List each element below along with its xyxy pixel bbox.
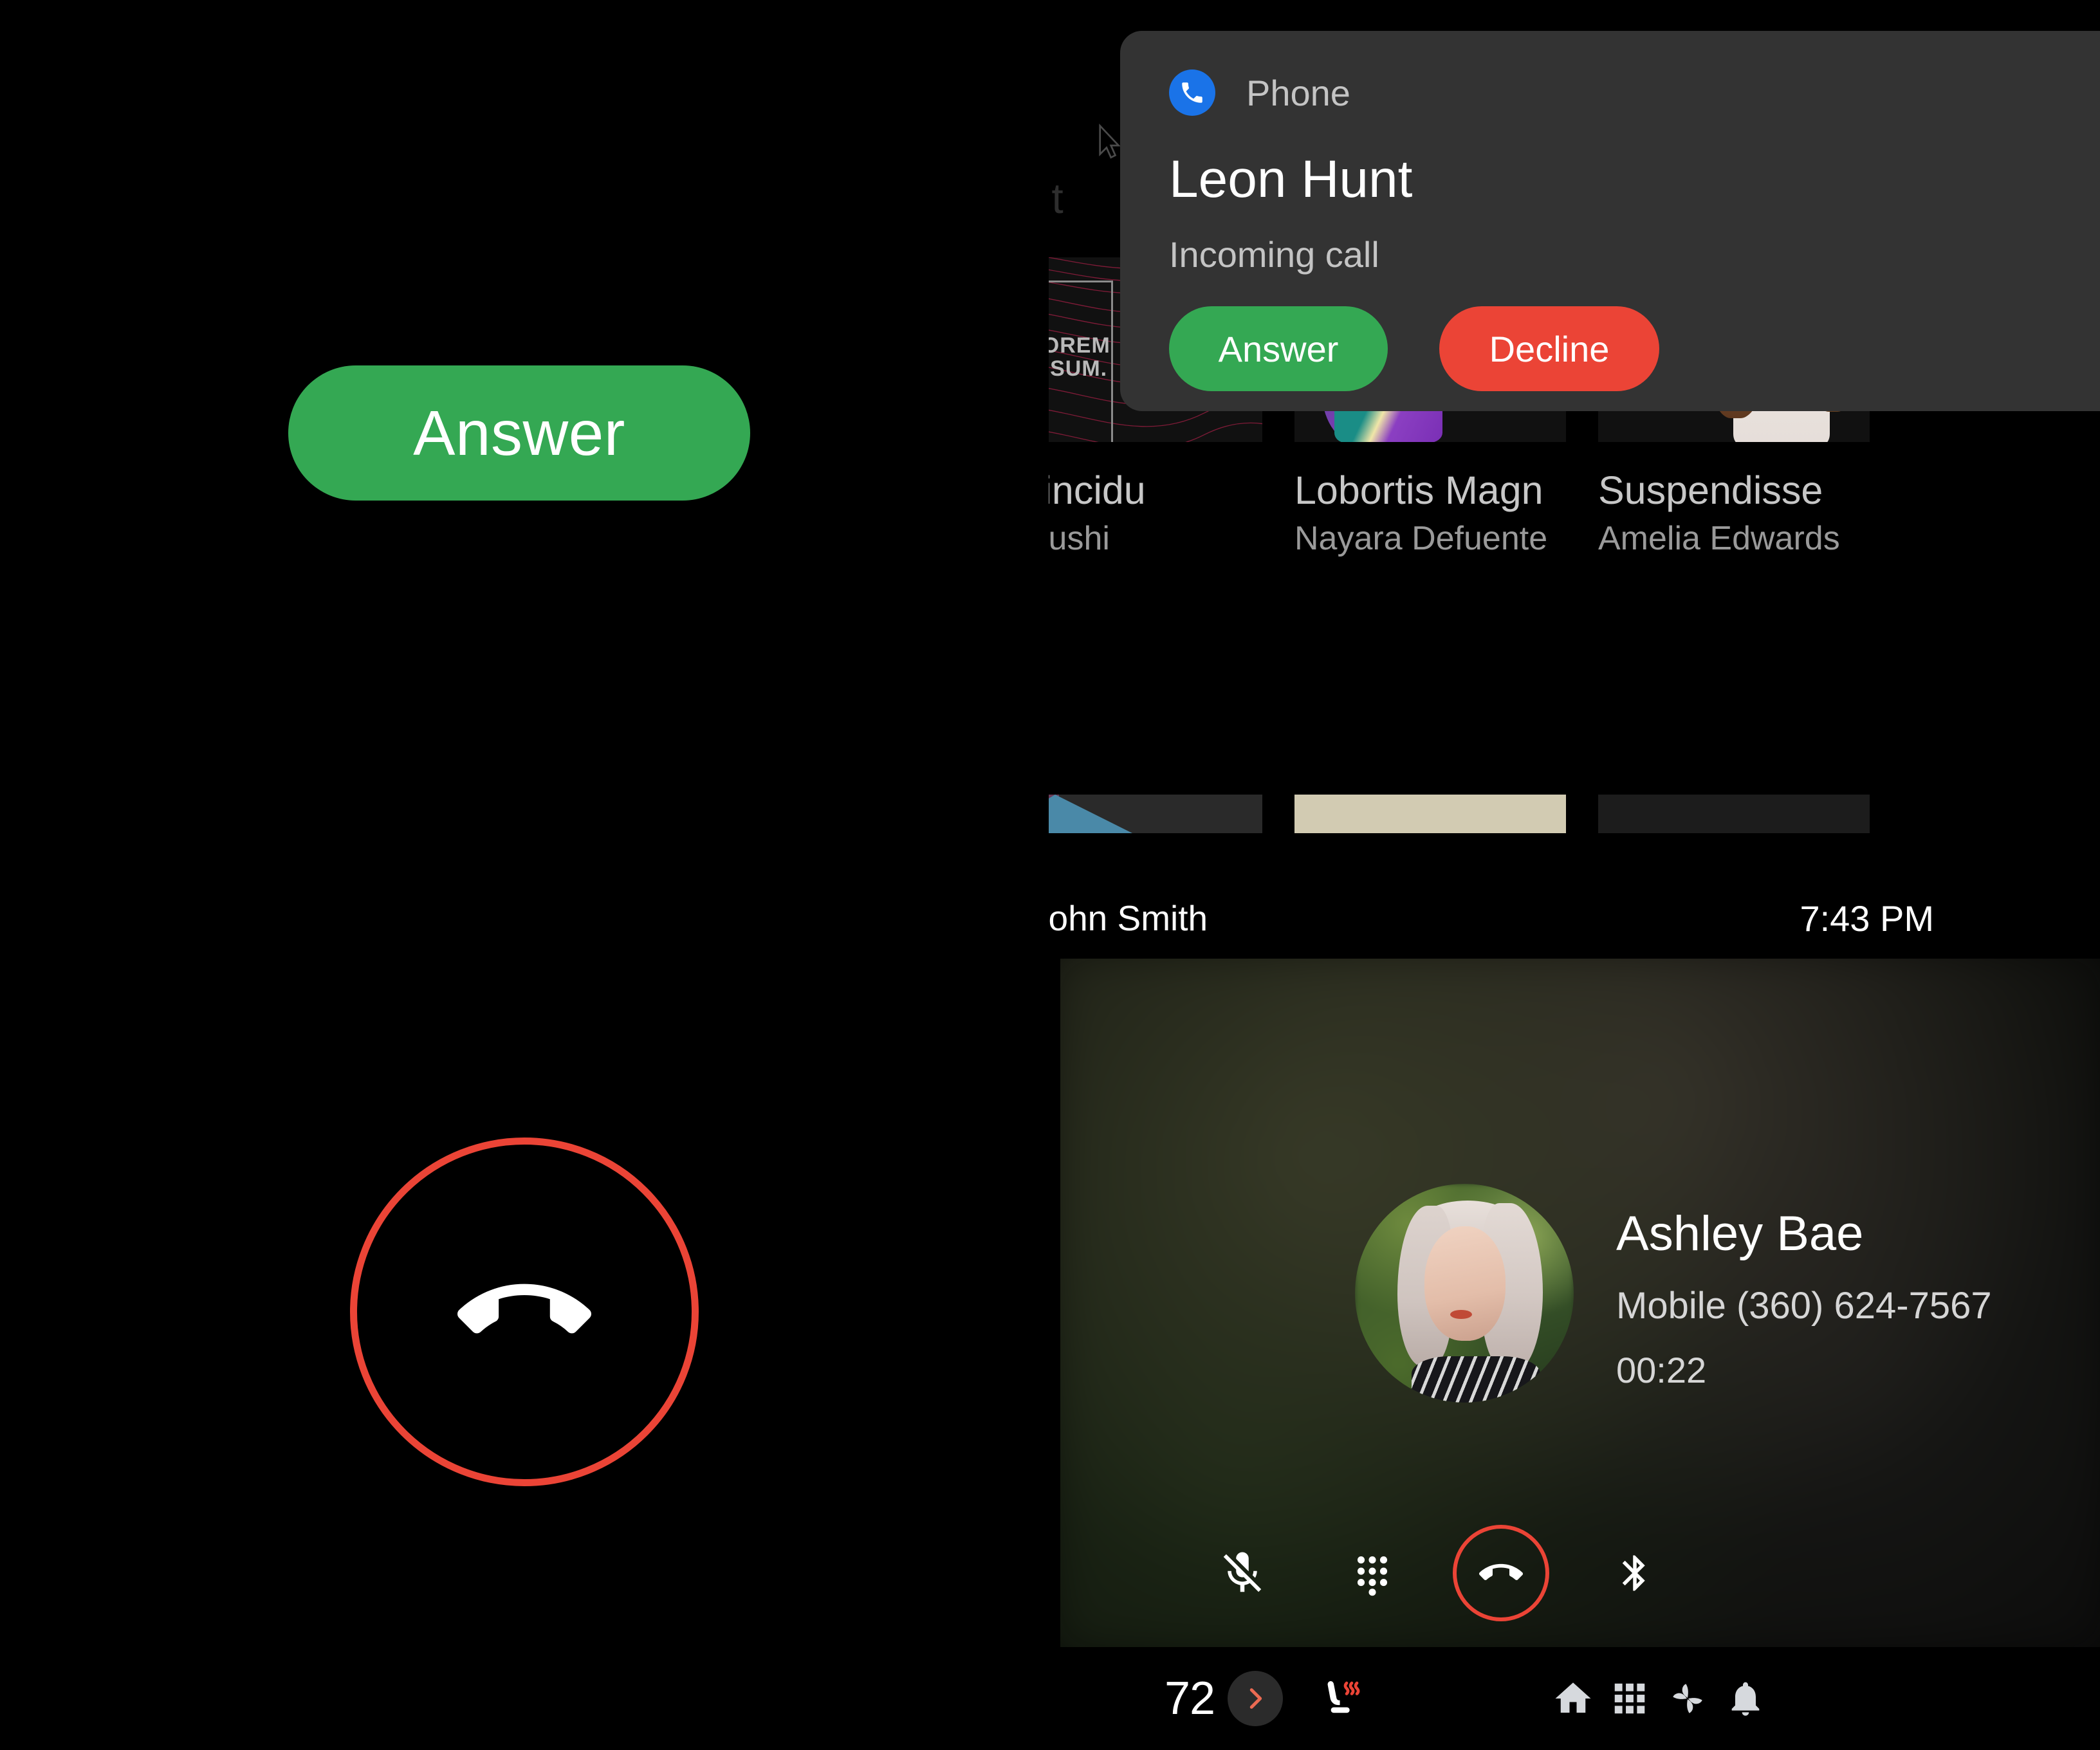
chevron-right-icon: [1249, 1688, 1262, 1709]
media-section-heading: ent: [1049, 174, 1064, 222]
media-title: Suspendisse: [1598, 468, 1823, 512]
mute-icon: [1223, 1552, 1262, 1592]
dialpad-icon: [1357, 1556, 1388, 1596]
phone-handset-glyph: [1182, 82, 1202, 103]
climate-fan-icon: [1673, 1684, 1702, 1713]
dialpad-button[interactable]: [1324, 1525, 1421, 1621]
notification-status: Incoming call: [1169, 234, 1379, 275]
album-art[interactable]: [1049, 795, 1262, 833]
home-icon: [1555, 1682, 1591, 1713]
call-info: Ashley Bae Mobile (360) 624-7567 00:22: [1616, 1210, 1992, 1391]
nav-notifications-button[interactable]: [1710, 1647, 1781, 1750]
album-art-text: LOREM IPSUM.: [1049, 333, 1110, 381]
call-duration: 00:22: [1616, 1350, 1707, 1390]
temperature-display[interactable]: 72: [1165, 1647, 1215, 1750]
media-title: Lobortis Magn: [1294, 468, 1543, 512]
notification-header: Phone: [1169, 69, 1350, 116]
strip-clock: 7:43 PM: [1800, 898, 1934, 939]
end-call-ring: [1453, 1525, 1549, 1621]
call-phone-number: Mobile (360) 624-7567: [1616, 1285, 1992, 1327]
media-title: s Tincidu: [1049, 468, 1146, 512]
media-artist: Nayara Defuente: [1294, 520, 1548, 557]
media-artist: i Ryushi: [1049, 520, 1110, 557]
end-call-button[interactable]: [350, 1138, 699, 1486]
notification-caller-name: Leon Hunt: [1169, 150, 1413, 208]
heated-seat-icon: [1327, 1681, 1360, 1713]
system-bar: 72: [1049, 1647, 2100, 1750]
cursor-arrow-icon: [1099, 124, 1121, 159]
end-call-icon: [457, 1284, 591, 1334]
album-art[interactable]: [1598, 795, 1870, 833]
apps-grid-icon: [1614, 1683, 1645, 1714]
bluetooth-button[interactable]: [1587, 1525, 1683, 1621]
car-infotainment-screen: Answer ent: [0, 0, 2100, 1750]
bluetooth-icon: [1622, 1555, 1645, 1591]
notification-actions: Answer Decline: [1169, 306, 2083, 391]
incoming-call-notification: Phone Leon Hunt Incoming call Answer Dec…: [1120, 31, 2100, 411]
seat-heater-button[interactable]: [1306, 1647, 1377, 1750]
strip-contact-name: John Smith: [1049, 898, 1208, 938]
album-art[interactable]: [1294, 795, 1566, 833]
answer-button[interactable]: Answer: [288, 365, 750, 501]
phone-icon: [1169, 69, 1215, 116]
notification-decline-label: Decline: [1489, 328, 1610, 369]
notification-decline-button[interactable]: Decline: [1439, 306, 1659, 391]
media-card-row-partial: [1049, 795, 2100, 833]
incoming-call-panel: Answer: [0, 0, 1049, 1750]
end-call-button[interactable]: [1453, 1525, 1549, 1621]
end-call-icon: [1479, 1563, 1523, 1580]
call-contact-name: Ashley Bae: [1616, 1206, 1864, 1261]
notification-answer-label: Answer: [1218, 328, 1339, 369]
mute-button[interactable]: [1194, 1525, 1291, 1621]
status-strip: John Smith 7:43 PM: [1049, 898, 2100, 943]
media-artist: Amelia Edwards: [1598, 520, 1840, 557]
answer-button-label: Answer: [413, 397, 625, 468]
climate-expand-button[interactable]: [1228, 1671, 1283, 1726]
notification-answer-button[interactable]: Answer: [1169, 306, 1388, 391]
notification-app-name: Phone: [1246, 72, 1350, 113]
call-controls: [1060, 1525, 2100, 1621]
active-call-panel: Ashley Bae Mobile (360) 624-7567 00:22: [1060, 959, 2100, 1647]
notifications-bell-icon: [1731, 1682, 1760, 1716]
avatar: [1355, 1184, 1574, 1403]
temperature-value: 72: [1165, 1673, 1215, 1724]
